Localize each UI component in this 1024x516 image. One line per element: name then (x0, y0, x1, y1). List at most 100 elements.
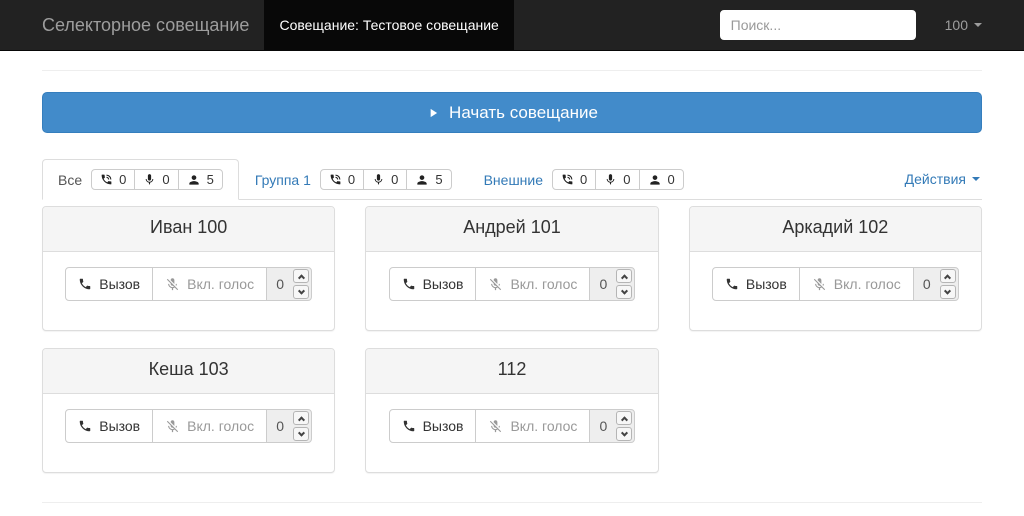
participant-card: Андрей 101 Вызов Вкл. голос 0 (365, 206, 659, 331)
caret-down-icon (972, 177, 980, 181)
app-brand: Селекторное совещание (42, 14, 250, 35)
calls-counter: 0 (92, 170, 134, 189)
call-button-label: Вызов (422, 276, 464, 292)
call-button-label: Вызов (99, 276, 141, 292)
search-input[interactable] (719, 10, 916, 40)
spin-up-button[interactable] (616, 411, 633, 425)
spin-up-button[interactable] (293, 269, 310, 283)
spin-up-button[interactable] (616, 269, 633, 283)
members-counter: 5 (406, 170, 450, 189)
tab-group-1-label: Группа 1 (254, 171, 311, 188)
phone-icon (725, 277, 739, 291)
spin-down-button[interactable] (293, 427, 310, 441)
tab-group-1-counters: 0 0 5 (319, 169, 452, 190)
phone-icon (402, 277, 416, 291)
participant-card: Иван 100 Вызов Вкл. голос 0 (42, 206, 336, 331)
enable-voice-button[interactable]: Вкл. голос (475, 409, 591, 443)
tab-group-1[interactable]: Группа 1 0 0 5 (239, 159, 468, 200)
phone-waves-icon (329, 173, 342, 186)
priority-stepper[interactable]: 0 (589, 267, 636, 301)
caret-down-icon (974, 23, 982, 27)
actions-label: Действия (904, 171, 966, 187)
spin-up-button[interactable] (293, 411, 310, 425)
play-icon (426, 106, 440, 120)
phone-waves-icon (100, 173, 113, 186)
user-icon (648, 173, 662, 187)
members-count: 5 (435, 172, 443, 187)
stepper-value: 0 (922, 276, 931, 292)
priority-stepper[interactable]: 0 (912, 267, 959, 301)
tab-external[interactable]: Внешние 0 0 0 (468, 159, 700, 200)
divider-top (42, 70, 982, 71)
tab-all-label: Все (58, 171, 83, 188)
priority-stepper[interactable]: 0 (266, 267, 313, 301)
spin-down-button[interactable] (293, 285, 310, 299)
voice-count: 0 (162, 172, 170, 187)
tab-all-counters: 0 0 5 (91, 169, 223, 190)
microphone-icon (604, 173, 617, 186)
tab-external-label: Внешние (483, 171, 544, 188)
tab-external-counters: 0 0 0 (552, 169, 684, 190)
enable-voice-label: Вкл. голос (510, 418, 578, 434)
navbar-search (719, 0, 930, 50)
phone-icon (78, 419, 92, 433)
microphone-icon (372, 173, 385, 186)
start-meeting-button[interactable]: Начать совещание (42, 92, 982, 133)
enable-voice-button[interactable]: Вкл. голос (798, 267, 914, 301)
members-count: 5 (206, 172, 214, 187)
participant-name: Аркадий 102 (689, 207, 981, 252)
voice-count: 0 (391, 172, 399, 187)
members-counter: 0 (638, 170, 683, 189)
enable-voice-label: Вкл. голос (510, 276, 578, 292)
priority-stepper[interactable]: 0 (589, 409, 636, 443)
calls-counter: 0 (553, 170, 595, 189)
spin-up-button[interactable] (939, 269, 956, 283)
call-button[interactable]: Вызов (65, 409, 154, 443)
participant-name: Андрей 101 (366, 207, 658, 252)
stepper-value: 0 (599, 418, 608, 434)
call-button[interactable]: Вызов (65, 267, 154, 301)
participant-card: Кеша 103 Вызов Вкл. голос 0 (42, 348, 336, 473)
calls-count: 0 (119, 172, 127, 187)
members-counter: 5 (177, 170, 222, 189)
enable-voice-button[interactable]: Вкл. голос (152, 409, 268, 443)
divider-bottom (42, 502, 982, 503)
voice-counter: 0 (134, 170, 177, 189)
call-button[interactable]: Вызов (711, 267, 800, 301)
microphone-muted-icon (488, 277, 503, 292)
navbar: Селекторное совещание Совещание: Тестово… (0, 0, 1024, 51)
call-button-label: Вызов (745, 276, 787, 292)
call-button[interactable]: Вызов (388, 409, 477, 443)
voice-counter: 0 (363, 170, 406, 189)
user-icon (187, 173, 201, 187)
priority-stepper[interactable]: 0 (266, 409, 313, 443)
stepper-value: 0 (276, 276, 284, 292)
spin-down-button[interactable] (616, 285, 633, 299)
calls-count: 0 (347, 172, 356, 187)
voice-counter: 0 (595, 170, 638, 189)
members-count: 0 (667, 172, 675, 187)
microphone-muted-icon (812, 277, 827, 292)
participant-name: Иван 100 (43, 207, 335, 252)
participant-name: Кеша 103 (43, 349, 335, 394)
spin-down-button[interactable] (616, 427, 633, 441)
phone-icon (78, 277, 92, 291)
participant-card: 112 Вызов Вкл. голос 0 (365, 348, 659, 473)
enable-voice-button[interactable]: Вкл. голос (475, 267, 591, 301)
calls-counter: 0 (321, 170, 363, 189)
microphone-icon (143, 173, 156, 186)
tab-all[interactable]: Все 0 0 5 (42, 159, 239, 200)
nav-item-meeting[interactable]: Совещание: Тестовое совещание (264, 0, 514, 50)
participant-card: Аркадий 102 Вызов Вкл. голос 0 (688, 206, 982, 331)
microphone-muted-icon (165, 277, 180, 292)
enable-voice-button[interactable]: Вкл. голос (152, 267, 268, 301)
user-menu-dropdown[interactable]: 100 (930, 0, 997, 50)
phone-icon (402, 419, 416, 433)
call-button-label: Вызов (99, 418, 141, 434)
call-button[interactable]: Вызов (388, 267, 477, 301)
calls-count: 0 (580, 172, 588, 187)
actions-dropdown[interactable]: Действия (890, 159, 982, 199)
phone-waves-icon (561, 173, 574, 186)
call-button-label: Вызов (422, 418, 464, 434)
spin-down-button[interactable] (939, 285, 956, 299)
